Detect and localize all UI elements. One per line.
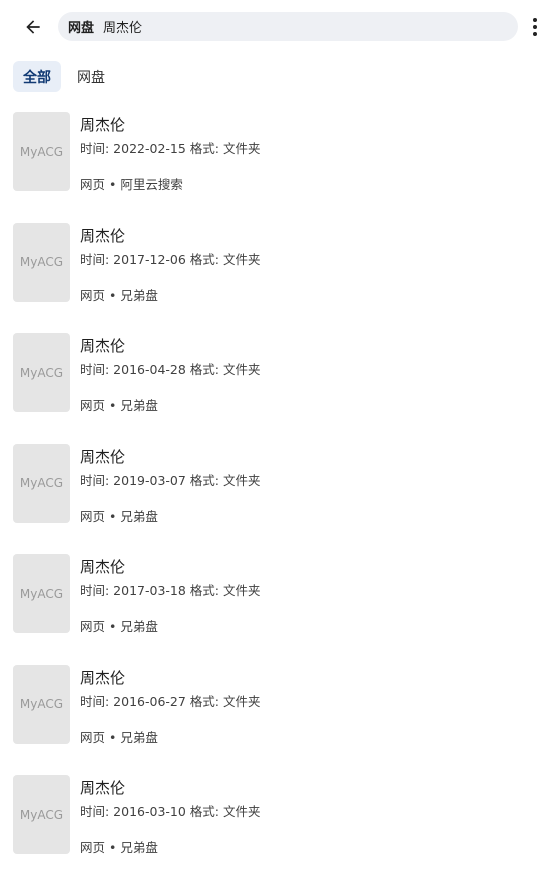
- list-item[interactable]: MyACG 周杰伦 时间: 2022-02-15 格式: 文件夹 网页 • 阿里…: [0, 110, 553, 221]
- result-thumbnail: MyACG: [13, 112, 70, 191]
- list-item[interactable]: MyACG 周杰伦 时间: 2016-03-10 格式: 文件夹 网页 • 兄弟…: [0, 773, 553, 884]
- filter-chip-all[interactable]: 全部: [13, 61, 61, 92]
- result-thumbnail: MyACG: [13, 333, 70, 412]
- list-item[interactable]: MyACG 周杰伦 时间: 2017-03-18 格式: 文件夹 网页 • 兄弟…: [0, 552, 553, 663]
- result-meta: 时间: 2017-03-18 格式: 文件夹: [80, 583, 261, 598]
- result-title: 周杰伦: [80, 447, 126, 466]
- result-source: 网页 • 兄弟盘: [80, 840, 158, 855]
- result-title: 周杰伦: [80, 116, 126, 134]
- list-item[interactable]: MyACG 周杰伦 时间: 2016-06-27 格式: 文件夹 网页 • 兄弟…: [0, 663, 553, 774]
- result-thumbnail: MyACG: [13, 222, 70, 302]
- top-app-bar: 网盘 周杰伦: [0, 0, 553, 54]
- search-category-tag: 网盘: [68, 21, 95, 36]
- result-title: 周杰伦: [80, 668, 126, 687]
- result-title: 周杰伦: [80, 337, 126, 355]
- list-item[interactable]: MyACG 周杰伦 时间: 2016-04-28 格式: 文件夹 网页 • 兄弟…: [0, 331, 553, 442]
- result-meta: 时间: 2016-04-28 格式: 文件夹: [80, 362, 261, 377]
- result-title: 周杰伦: [80, 779, 126, 797]
- result-list: MyACG 周杰伦 时间: 2022-02-15 格式: 文件夹 网页 • 阿里…: [0, 110, 553, 884]
- result-source: 网页 • 兄弟盘: [80, 729, 158, 745]
- result-source: 网页 • 兄弟盘: [80, 398, 158, 413]
- result-title: 周杰伦: [80, 226, 126, 245]
- list-item[interactable]: MyACG 周杰伦 时间: 2019-03-07 格式: 文件夹 网页 • 兄弟…: [0, 442, 553, 553]
- result-source: 网页 • 兄弟盘: [80, 287, 158, 303]
- result-thumbnail: MyACG: [13, 664, 70, 744]
- search-bar[interactable]: 网盘 周杰伦: [58, 12, 518, 41]
- filter-chips: 全部 网盘: [13, 61, 115, 92]
- arrow-left-icon: [26, 20, 40, 34]
- result-thumbnail: MyACG: [13, 775, 70, 854]
- filter-chip-netdisk[interactable]: 网盘: [67, 61, 115, 92]
- result-meta: 时间: 2022-02-15 格式: 文件夹: [80, 141, 261, 156]
- result-meta: 时间: 2017-12-06 格式: 文件夹: [80, 251, 261, 267]
- back-button[interactable]: [14, 8, 52, 46]
- result-meta: 时间: 2016-06-27 格式: 文件夹: [80, 693, 261, 709]
- result-meta: 时间: 2019-03-07 格式: 文件夹: [80, 472, 261, 488]
- search-query-text: 周杰伦: [103, 21, 143, 36]
- more-options-button[interactable]: [524, 14, 546, 40]
- result-thumbnail: MyACG: [13, 554, 70, 633]
- more-vertical-icon: [533, 18, 537, 22]
- result-source: 网页 • 阿里云搜索: [80, 177, 183, 192]
- result-meta: 时间: 2016-03-10 格式: 文件夹: [80, 804, 261, 819]
- list-item[interactable]: MyACG 周杰伦 时间: 2017-12-06 格式: 文件夹 网页 • 兄弟…: [0, 221, 553, 332]
- result-source: 网页 • 兄弟盘: [80, 508, 158, 524]
- result-source: 网页 • 兄弟盘: [80, 619, 158, 634]
- result-title: 周杰伦: [80, 558, 126, 576]
- result-thumbnail: MyACG: [13, 443, 70, 523]
